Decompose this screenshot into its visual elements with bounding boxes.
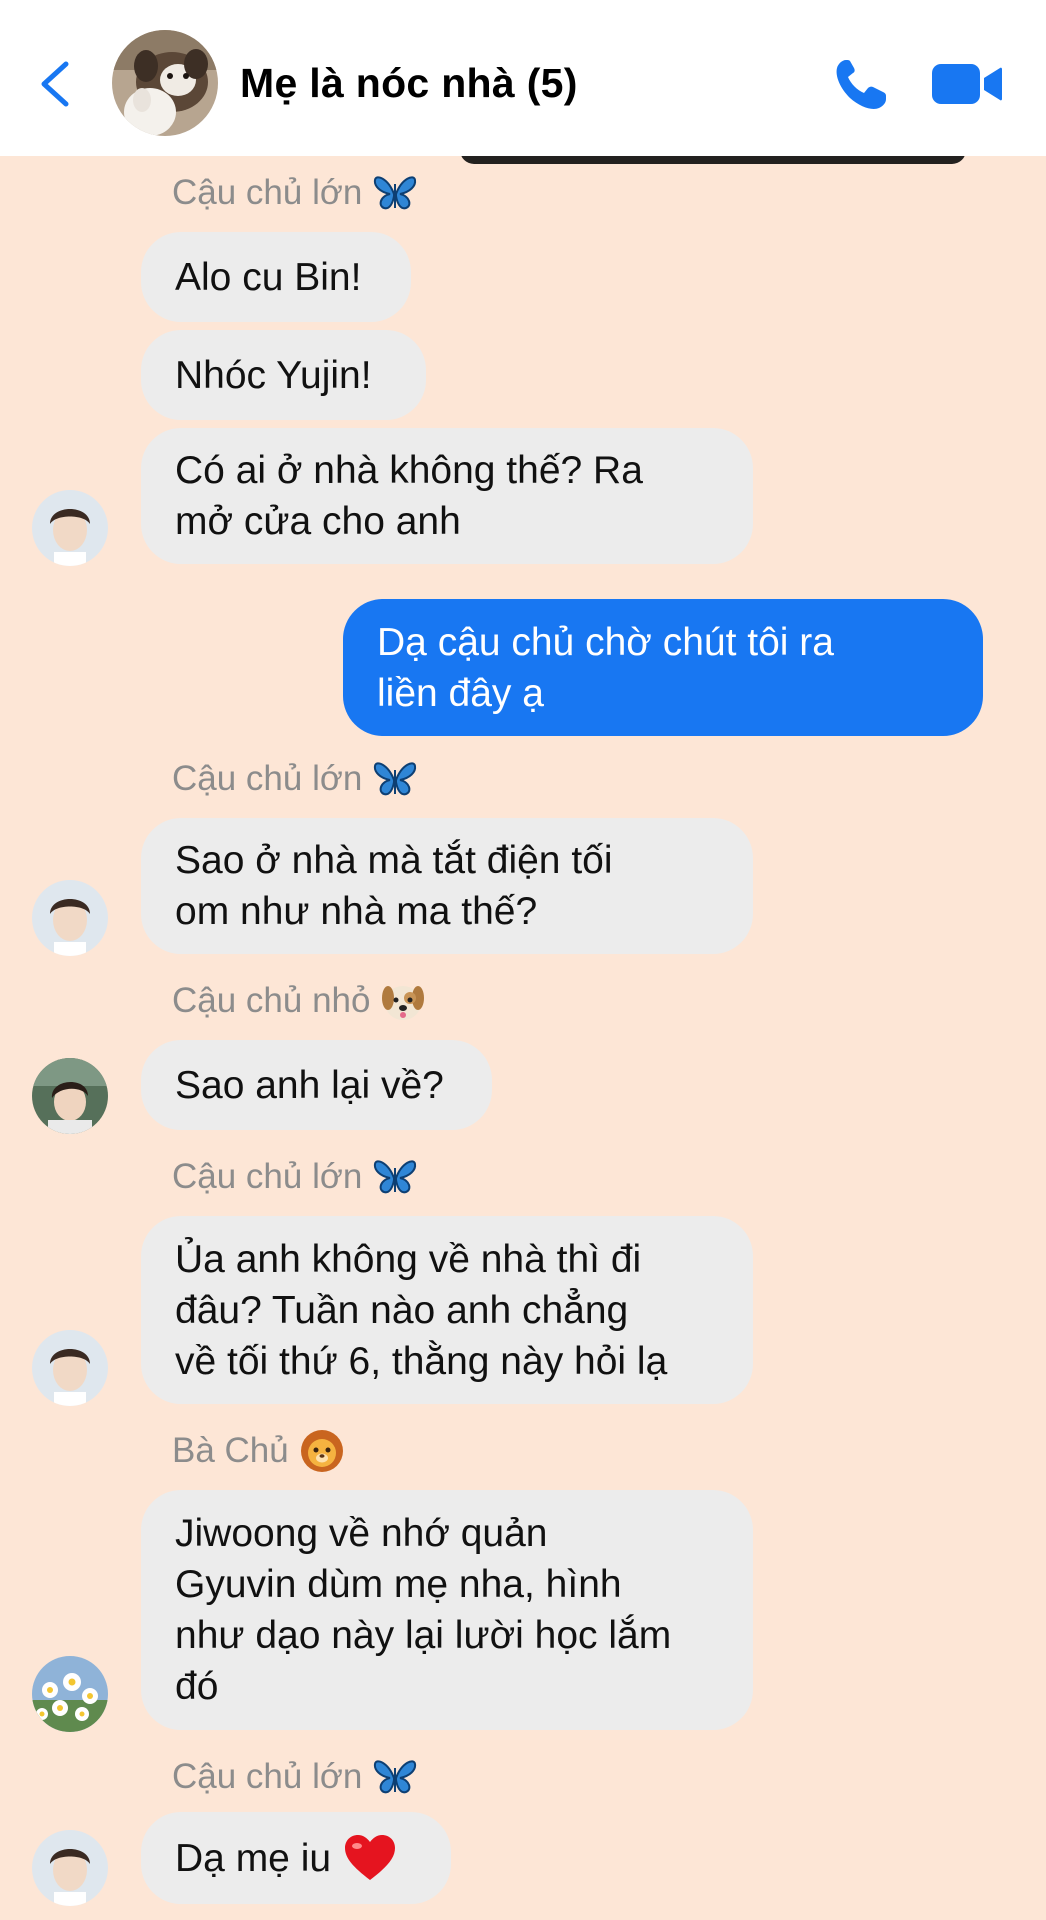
sender-name: Bà Chủ (172, 1428, 345, 1474)
sender-label: Cậu chủ lớn (172, 173, 363, 212)
back-button[interactable] (36, 56, 76, 112)
sender-name: Cậu chủ lớn (172, 756, 418, 802)
message-text: Dạ mẹ iu (175, 1836, 332, 1880)
chat-header: Mẹ là nóc nhà (5) (0, 0, 1046, 156)
avatar-image (32, 880, 108, 956)
message-bubble[interactable]: Ủa anh không về nhà thì đi đâu? Tuần nào… (141, 1216, 753, 1404)
sender-label: Cậu chủ lớn (172, 759, 363, 798)
sender-name: Cậu chủ lớn (172, 1754, 418, 1800)
message-bubble[interactable]: Có ai ở nhà không thế? Ra mở cửa cho anh (141, 428, 753, 564)
avatar[interactable] (32, 1830, 108, 1906)
lion-face-icon (300, 1430, 343, 1472)
phone-icon (836, 60, 886, 109)
avatar[interactable] (32, 1058, 108, 1134)
avatar[interactable] (32, 1330, 108, 1406)
avatar-image (32, 1830, 108, 1906)
sender-label: Bà Chủ (172, 1431, 289, 1470)
message-bubble[interactable]: Alo cu Bin! (141, 232, 411, 322)
avatar[interactable] (32, 1656, 108, 1732)
butterfly-icon (374, 1760, 417, 1794)
avatar-image (32, 1330, 108, 1406)
sender-label: Cậu chủ lớn (172, 1157, 363, 1196)
group-title[interactable]: Mẹ là nóc nhà (5) (240, 60, 578, 107)
avatar[interactable] (32, 490, 108, 566)
chat-screen: Mẹ là nóc nhà (5) Cậu chủ lớn Alo cu Bin… (0, 0, 1046, 1920)
message-bubble[interactable]: Dạ mẹ iu (141, 1812, 451, 1904)
video-call-button[interactable] (930, 60, 1004, 108)
audio-call-button[interactable] (832, 56, 890, 112)
my-message-bubble[interactable]: Dạ cậu chủ chờ chút tôi ra liền đây ạ (343, 599, 983, 736)
sender-label: Cậu chủ lớn (172, 1757, 363, 1796)
message-bubble[interactable]: Sao anh lại về? (141, 1040, 492, 1130)
avatar-image (32, 490, 108, 566)
sender-name: Cậu chủ nhỏ (172, 978, 426, 1024)
butterfly-icon (374, 176, 417, 210)
message-bubble[interactable]: Nhóc Yujin! (141, 330, 426, 420)
red-heart-icon (345, 1835, 396, 1880)
sender-name: Cậu chủ lớn (172, 1154, 418, 1200)
sender-name: Cậu chủ lớn (172, 170, 418, 216)
chevron-left-icon (41, 61, 69, 107)
avatar-image (32, 1656, 108, 1732)
group-avatar[interactable] (112, 30, 218, 136)
message-bubble[interactable]: Sao ở nhà mà tắt điện tối om như nhà ma … (141, 818, 753, 954)
avatar-image (32, 1058, 108, 1134)
butterfly-icon (374, 762, 417, 796)
sender-label: Cậu chủ nhỏ (172, 981, 371, 1020)
dog-face-icon (382, 986, 425, 1020)
message-bubble[interactable]: Jiwoong về nhớ quản Gyuvin dùm mẹ nha, h… (141, 1490, 753, 1730)
avatar[interactable] (32, 880, 108, 956)
video-camera-icon (932, 64, 1002, 104)
butterfly-icon (374, 1160, 417, 1194)
group-avatar-image (112, 30, 218, 136)
